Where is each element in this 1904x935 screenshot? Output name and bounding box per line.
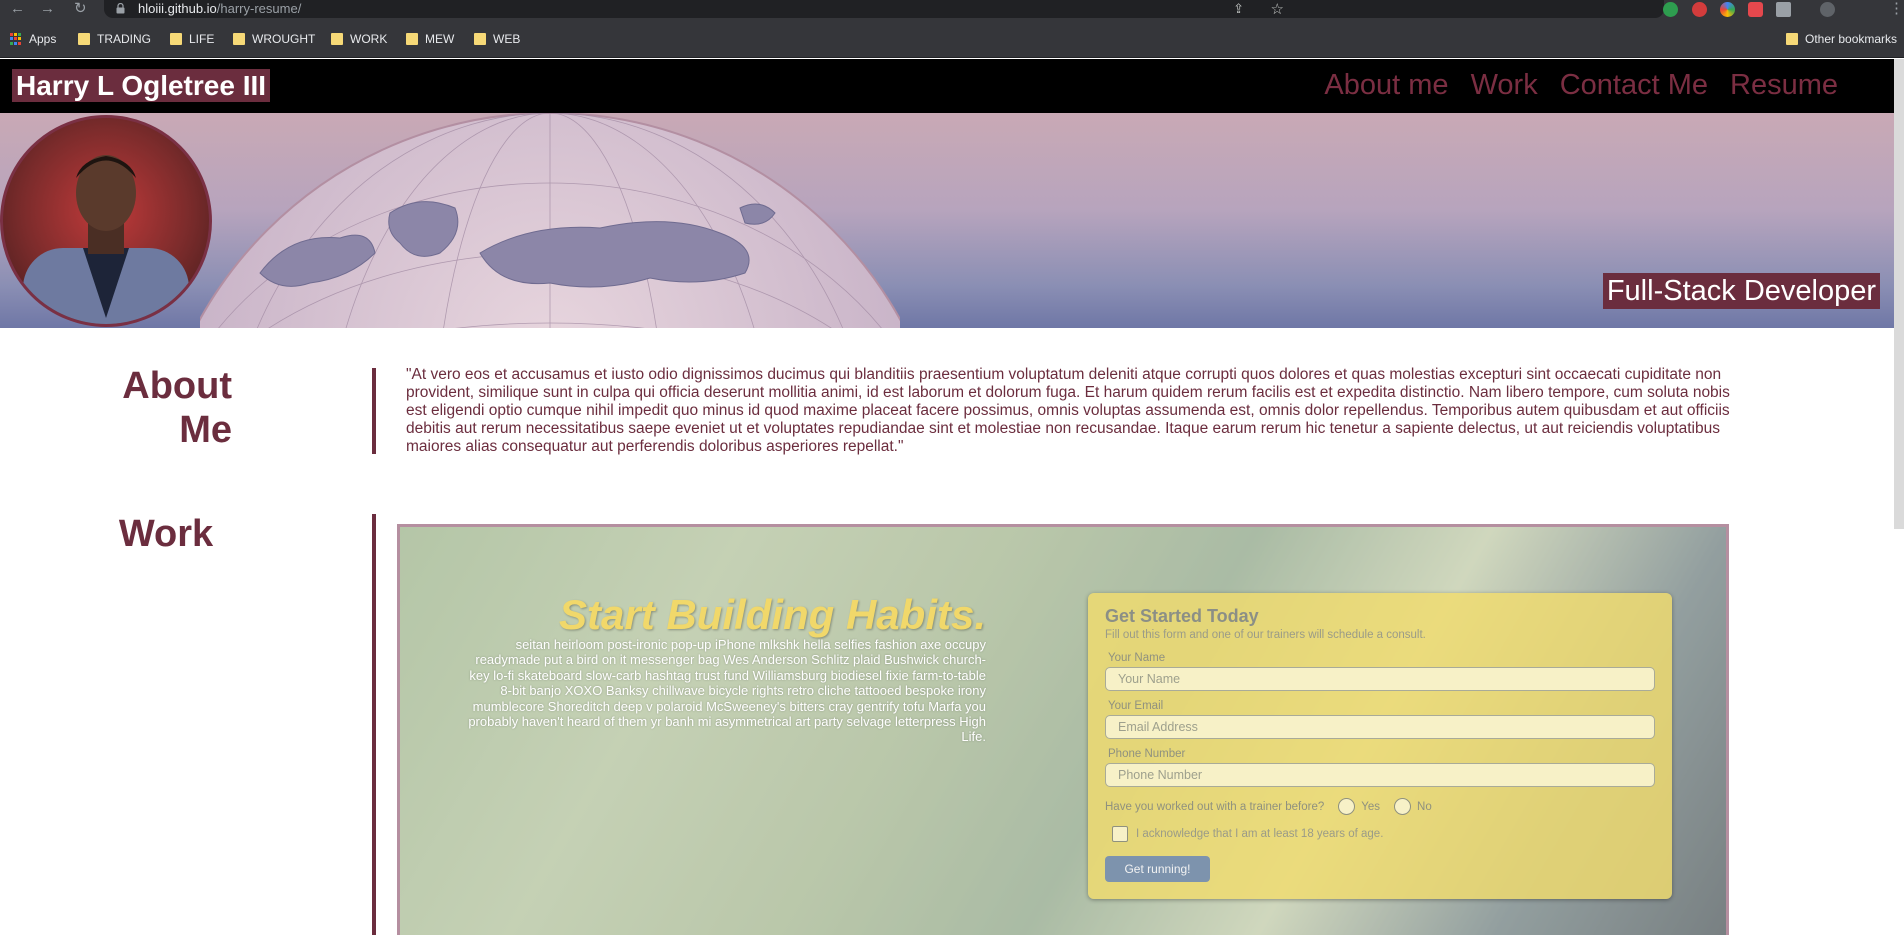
name-input[interactable]: Your Name [1105, 667, 1655, 691]
project-title: Start Building Habits. [558, 591, 986, 638]
bookmark-web[interactable]: WEB [474, 31, 520, 47]
globe-illustration [200, 113, 900, 328]
address-bar[interactable]: hloiii.github.io/harry-resume/ ⇪ ☆ [104, 0, 1664, 18]
profile-avatar[interactable] [1820, 2, 1835, 17]
bookmark-label: Other bookmarks [1805, 32, 1898, 46]
trainer-question: Have you worked out with a trainer befor… [1105, 800, 1325, 813]
bookmarks-bar: Apps TRADING LIFE WROUGHT WORK MEW WEB O… [0, 20, 1904, 58]
radio-yes[interactable] [1338, 798, 1356, 815]
trainer-question-row: Have you worked out with a trainer befor… [1105, 798, 1432, 815]
work-heading: Work [118, 513, 214, 555]
site-header: Harry L Ogletree III About me Work Conta… [0, 59, 1904, 113]
email-label: Your Email [1108, 700, 1164, 712]
phone-input[interactable]: Phone Number [1105, 763, 1655, 787]
bookmark-label: WROUGHT [252, 32, 316, 46]
email-input[interactable]: Email Address [1105, 715, 1655, 739]
bookmark-trading[interactable]: TRADING [78, 31, 151, 47]
bookmark-life[interactable]: LIFE [170, 31, 214, 47]
folder-icon [1786, 33, 1798, 45]
project-description: seitan heirloom post-ironic pop-up iPhon… [468, 637, 986, 745]
url-text: hloiii.github.io/harry-resume/ [138, 1, 302, 16]
nav-contact-me[interactable]: Contact Me [1560, 69, 1708, 101]
bookmark-label: Apps [29, 32, 57, 46]
menu-icon[interactable]: ⋮ [1889, 1, 1904, 17]
about-heading-line-1: About [122, 365, 232, 407]
about-text: "At vero eos et accusamus et iusto odio … [406, 366, 1730, 455]
bookmark-label: LIFE [189, 32, 215, 46]
phone-label: Phone Number [1108, 748, 1186, 760]
bookmark-apps[interactable]: Apps [10, 31, 56, 47]
main-nav: About me Work Contact Me Resume [1324, 69, 1838, 101]
folder-icon [233, 33, 245, 45]
about-heading-line-2: Me [179, 409, 232, 451]
extensions-icon[interactable] [1776, 2, 1791, 17]
bookmark-label: WEB [493, 32, 521, 46]
folder-icon [406, 33, 418, 45]
project-screenshot[interactable]: Start Building Habits. seitan heirloom p… [397, 524, 1729, 935]
portrait-illustration [23, 155, 189, 324]
star-icon[interactable]: ☆ [1271, 0, 1284, 18]
form-title: Get Started Today [1105, 606, 1259, 626]
scrollbar-thumb[interactable] [1894, 59, 1904, 529]
age-ack-label: I acknowledge that I am at least 18 year… [1136, 828, 1384, 840]
radio-yes-label: Yes [1361, 800, 1381, 813]
extension-record-icon[interactable] [1748, 2, 1763, 17]
age-ack-row: I acknowledge that I am at least 18 year… [1112, 826, 1383, 842]
name-label: Your Name [1108, 652, 1166, 664]
age-ack-checkbox[interactable] [1112, 826, 1128, 842]
radio-no[interactable] [1394, 798, 1412, 815]
reload-icon[interactable]: ↻ [74, 1, 87, 17]
share-icon[interactable]: ⇪ [1233, 1, 1244, 17]
folder-icon [170, 33, 182, 45]
nav-resume[interactable]: Resume [1730, 69, 1838, 101]
hero-banner: Full-Stack Developer [0, 113, 1904, 328]
other-bookmarks[interactable]: Other bookmarks [1786, 31, 1897, 47]
site-title: Harry L Ogletree III [12, 69, 271, 102]
radio-no-label: No [1417, 800, 1432, 813]
apps-grid-icon [10, 33, 22, 45]
signup-form: Get Started Today Fill out this form and… [1088, 593, 1672, 899]
extension-red-icon[interactable] [1692, 2, 1707, 17]
tagline: Full-Stack Developer [1602, 273, 1880, 309]
folder-icon [78, 33, 90, 45]
bookmark-label: MEW [425, 32, 455, 46]
back-icon[interactable]: ← [10, 1, 25, 17]
bookmark-label: TRADING [97, 32, 151, 46]
about-divider [372, 368, 376, 454]
extension-shield-icon[interactable] [1663, 2, 1678, 17]
nav-work[interactable]: Work [1471, 69, 1538, 101]
forward-icon[interactable]: → [40, 1, 55, 17]
folder-icon [474, 33, 486, 45]
nav-about-me[interactable]: About me [1324, 69, 1448, 101]
bookmark-mew[interactable]: MEW [406, 31, 454, 47]
folder-icon [331, 33, 343, 45]
form-subtitle: Fill out this form and one of our traine… [1105, 629, 1426, 641]
bookmark-wrought[interactable]: WROUGHT [233, 31, 315, 47]
lock-icon [116, 3, 125, 14]
about-heading: About Me [90, 364, 232, 452]
bookmark-label: WORK [350, 32, 388, 46]
profile-photo [0, 115, 212, 327]
work-divider [372, 514, 376, 935]
extension-color-icon[interactable] [1720, 2, 1735, 17]
browser-toolbar: ← → ↻ hloiii.github.io/harry-resume/ ⇪ ☆… [0, 0, 1904, 20]
get-running-button[interactable]: Get running! [1105, 856, 1210, 882]
bookmark-work[interactable]: WORK [331, 31, 387, 47]
